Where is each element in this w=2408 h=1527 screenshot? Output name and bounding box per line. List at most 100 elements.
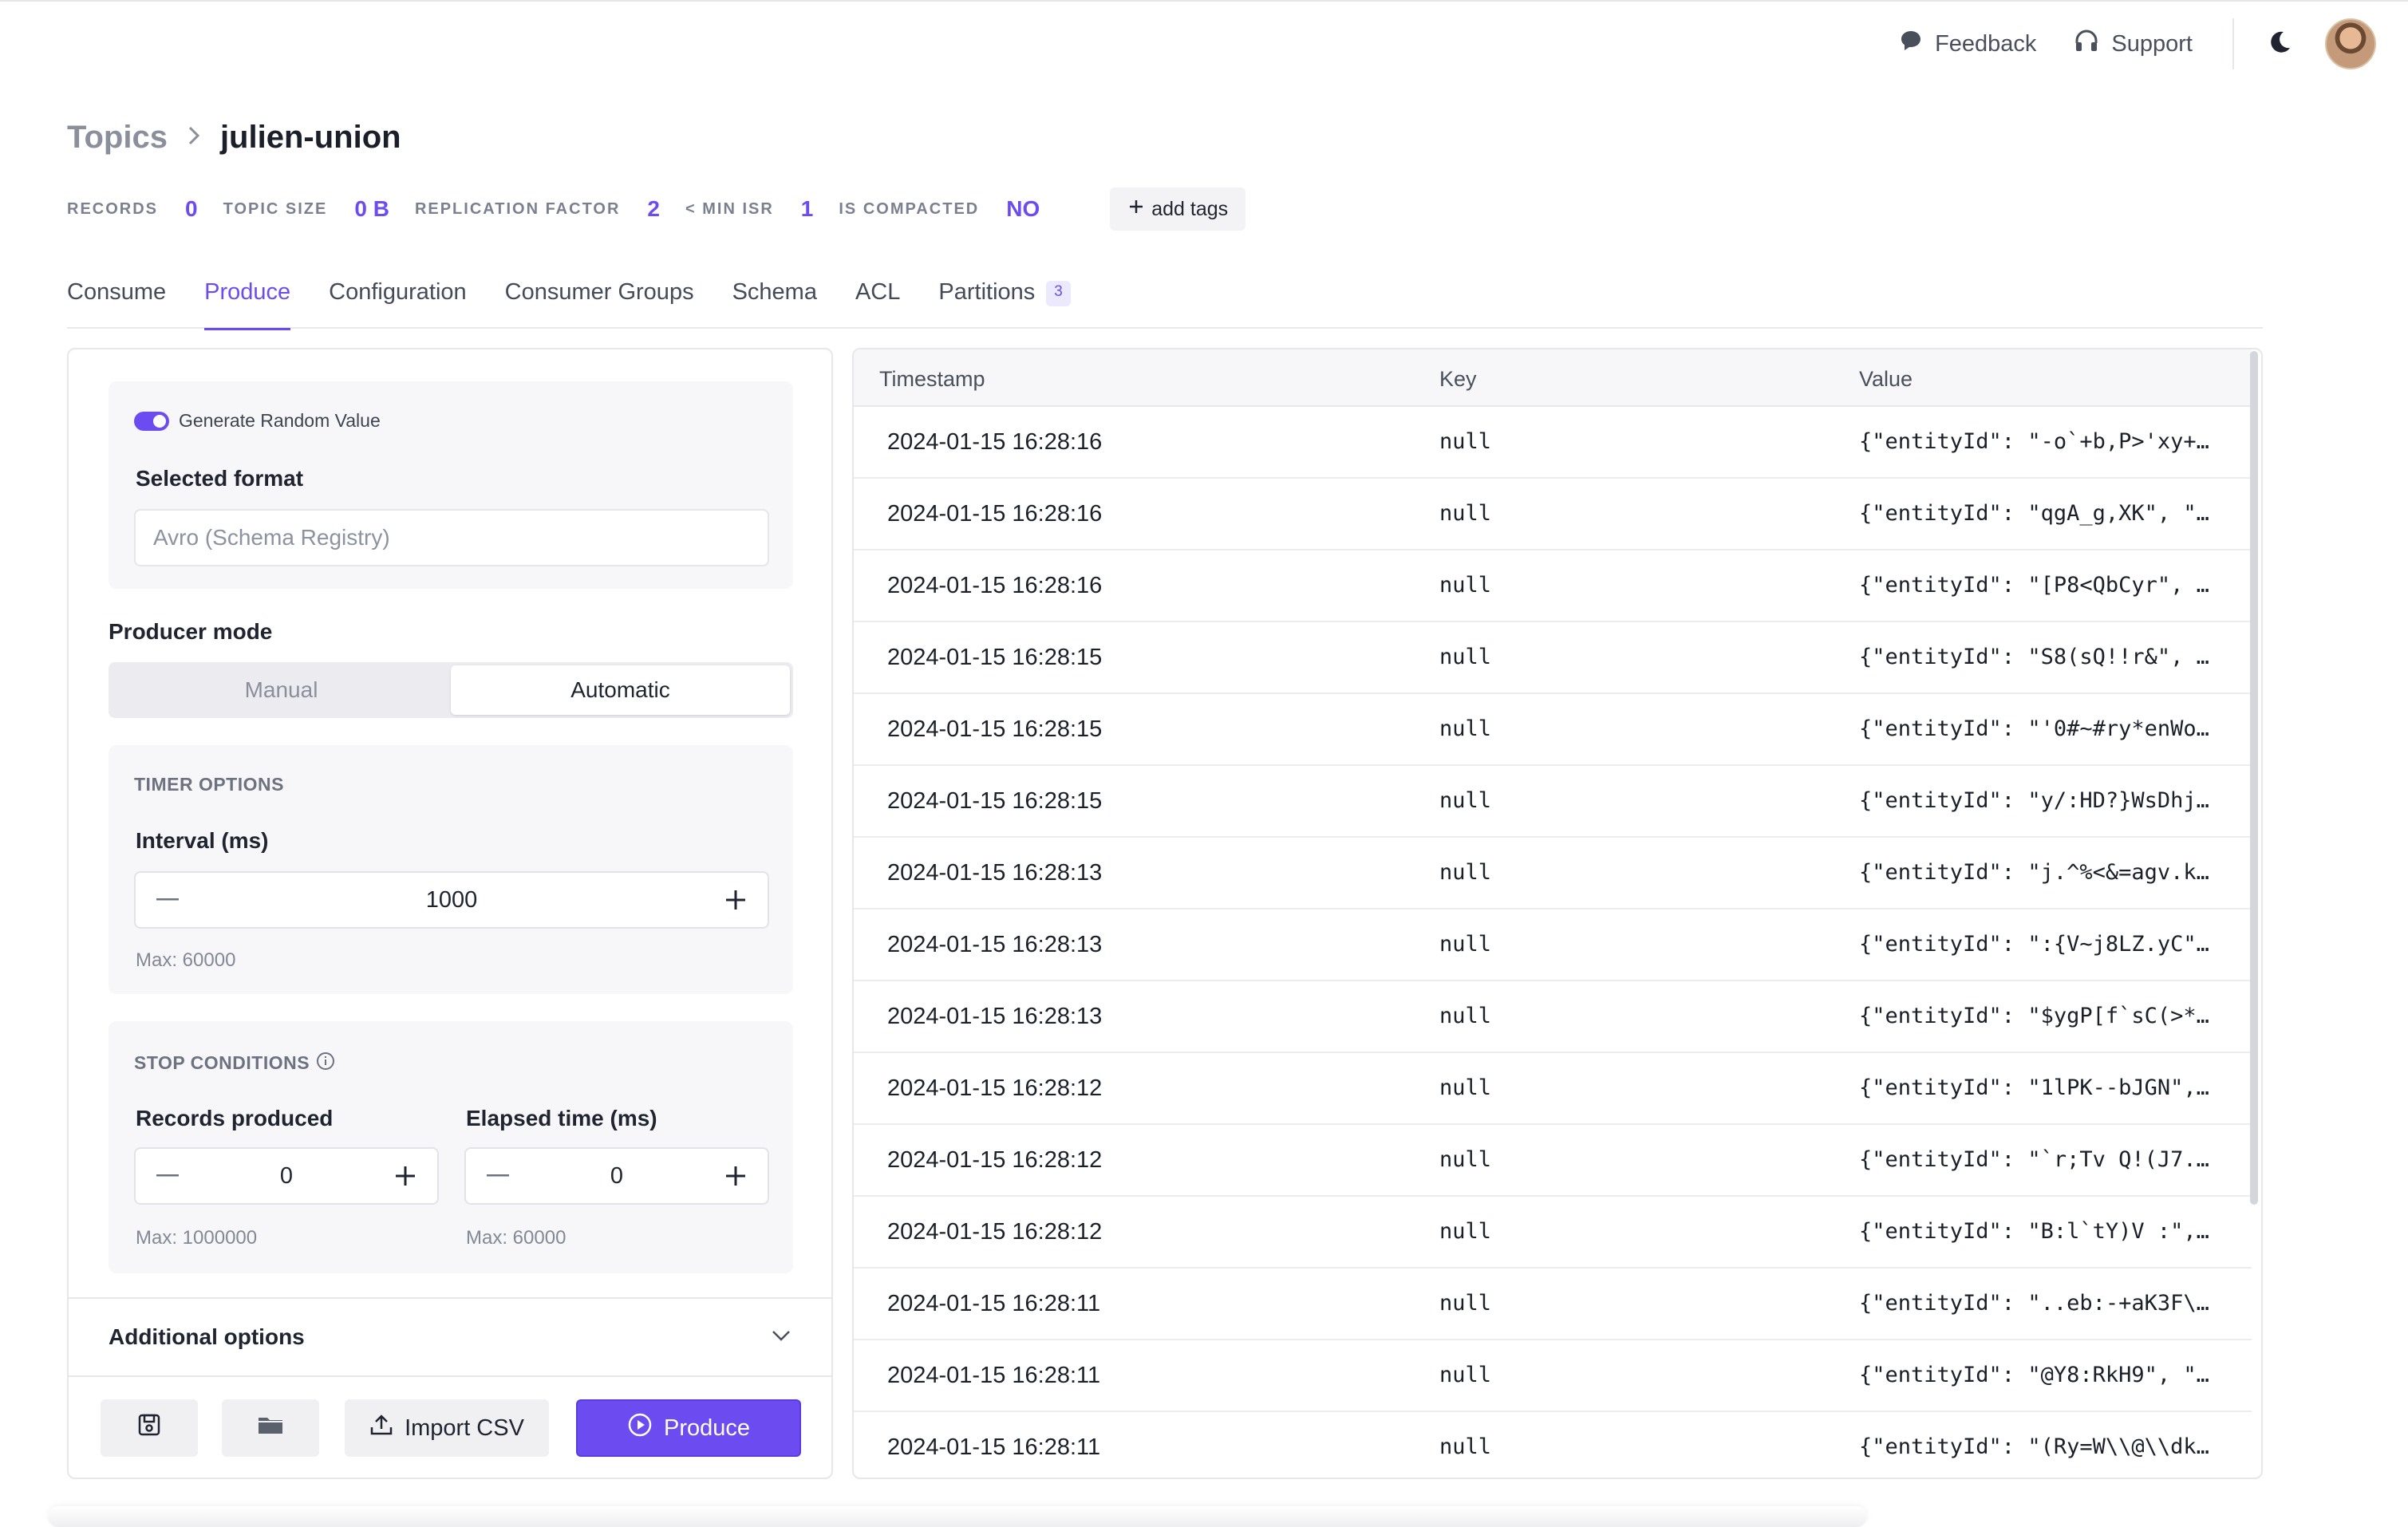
save-button[interactable]	[101, 1399, 198, 1457]
table-row[interactable]: 2024-01-15 16:28:13 null {"entityId": "j.^…	[854, 838, 2252, 909]
import-csv-button[interactable]: Import CSV	[345, 1399, 549, 1457]
tab-consume[interactable]: Consume	[67, 279, 166, 329]
plus-icon[interactable]	[720, 884, 752, 916]
timestamp-cell: 2024-01-15 16:28:16	[887, 429, 1103, 455]
upload-icon	[369, 1413, 393, 1443]
minus-icon[interactable]	[482, 1160, 514, 1192]
timestamp-cell: 2024-01-15 16:28:11	[887, 1434, 1101, 1460]
replication-factor-value: 2	[647, 196, 660, 221]
table-row[interactable]: 2024-01-15 16:28:15 null {"entityId": "y/:…	[854, 766, 2252, 838]
open-folder-button[interactable]	[222, 1399, 319, 1457]
timestamp-cell: 2024-01-15 16:28:15	[887, 645, 1103, 670]
minus-icon[interactable]	[152, 1160, 184, 1192]
top-border	[0, 0, 2408, 2]
headphones-icon	[2073, 27, 2100, 61]
table-row[interactable]: 2024-01-15 16:28:13 null {"entityId": "$yg…	[854, 981, 2252, 1053]
timestamp-cell: 2024-01-15 16:28:12	[887, 1219, 1103, 1245]
value-cell: {"entityId": "@Y8:RkH9", "…	[1859, 1363, 2209, 1387]
records-value: 0	[185, 196, 198, 221]
produce-label: Produce	[663, 1415, 750, 1441]
value-cell: {"entityId": "S8(sQ!!r&", …	[1859, 645, 2209, 669]
table-row[interactable]: 2024-01-15 16:28:11 null {"entityId": "..e…	[854, 1269, 2252, 1340]
timer-options-title: TIMER OPTIONS	[134, 774, 284, 795]
support-link[interactable]: Support	[2073, 27, 2193, 61]
tab-label: Partitions	[938, 279, 1036, 305]
selected-format-label: Selected format	[136, 466, 304, 491]
table-row[interactable]: 2024-01-15 16:28:15 null {"entityId": "S8(…	[854, 622, 2252, 694]
timestamp-cell: 2024-01-15 16:28:15	[887, 716, 1103, 742]
timestamp-cell: 2024-01-15 16:28:13	[887, 860, 1103, 886]
feedback-label: Feedback	[1935, 30, 2037, 57]
min-isr-value: 1	[800, 196, 814, 221]
value-cell: {"entityId": "B:l`tY)V :",…	[1859, 1219, 2209, 1244]
table-row[interactable]: 2024-01-15 16:28:16 null {"entityId": "-o`…	[854, 407, 2252, 479]
table-row[interactable]: 2024-01-15 16:28:12 null {"entityId": "1lP…	[854, 1053, 2252, 1125]
tab-schema[interactable]: Schema	[732, 279, 817, 329]
info-icon[interactable]	[316, 1052, 335, 1075]
interval-stepper[interactable]: 1000	[134, 871, 769, 929]
key-cell: null	[1439, 1147, 1492, 1172]
generate-random-label: Generate Random Value	[179, 410, 381, 431]
tab-partitions[interactable]: Partitions 3	[938, 279, 1071, 329]
tab-consumer-groups[interactable]: Consumer Groups	[505, 279, 694, 329]
column-header-value[interactable]: Value	[1859, 367, 1913, 392]
produce-button[interactable]: Produce	[576, 1399, 801, 1457]
tab-produce[interactable]: Produce	[204, 279, 291, 330]
mode-manual-option[interactable]: Manual	[112, 665, 451, 715]
column-header-timestamp[interactable]: Timestamp	[879, 367, 985, 392]
value-cell: {"entityId": "y/:HD?}WsDhj…	[1859, 788, 2209, 813]
value-cell: {"entityId": "j.^%<&=agv.k…	[1859, 860, 2209, 885]
topic-stats: RECORDS 0 TOPIC SIZE 0 B REPLICATION FAC…	[67, 187, 1246, 231]
table-row[interactable]: 2024-01-15 16:28:12 null {"entityId": "B:l…	[854, 1197, 2252, 1269]
is-compacted-value: NO	[1006, 196, 1040, 221]
key-cell: null	[1439, 1434, 1492, 1459]
tab-label: ACL	[855, 279, 901, 305]
table-row[interactable]: 2024-01-15 16:28:16 null {"entityId": "qgA…	[854, 479, 2252, 550]
timer-options-card: TIMER OPTIONS Interval (ms) 1000 Max: 60…	[109, 745, 793, 994]
value-cell: {"entityId": "'0#~#ry*enWo…	[1859, 716, 2209, 741]
generate-random-toggle[interactable]	[134, 412, 169, 431]
plus-icon[interactable]	[389, 1160, 421, 1192]
table-scrollbar[interactable]	[2250, 351, 2258, 1205]
add-tags-button[interactable]: add tags	[1110, 187, 1246, 231]
avatar[interactable]	[2325, 18, 2376, 69]
moon-icon[interactable]	[2266, 29, 2293, 60]
table-row[interactable]: 2024-01-15 16:28:16 null {"entityId": "[P8…	[854, 550, 2252, 622]
selected-format-field[interactable]: Avro (Schema Registry)	[134, 509, 769, 566]
breadcrumb-topics[interactable]: Topics	[67, 120, 168, 156]
support-label: Support	[2111, 30, 2193, 57]
minus-icon[interactable]	[152, 884, 184, 916]
feedback-link[interactable]: Feedback	[1898, 28, 2036, 60]
producer-panel: Generate Random Value Selected format Av…	[67, 348, 833, 1479]
column-header-key[interactable]: Key	[1439, 367, 1477, 392]
mode-automatic-option[interactable]: Automatic	[451, 665, 790, 715]
key-cell: null	[1439, 1219, 1492, 1244]
elapsed-time-stepper[interactable]: 0	[464, 1147, 769, 1205]
import-csv-label: Import CSV	[405, 1415, 524, 1441]
chevron-right-icon	[187, 124, 201, 151]
format-card: Generate Random Value Selected format Av…	[109, 381, 793, 589]
timestamp-cell: 2024-01-15 16:28:11	[887, 1363, 1101, 1388]
key-cell: null	[1439, 788, 1492, 813]
records-produced-stepper[interactable]: 0	[134, 1147, 439, 1205]
value-cell: {"entityId": "$ygP[f`sC(>*…	[1859, 1004, 2209, 1028]
table-row[interactable]: 2024-01-15 16:28:15 null {"entityId": "'0#…	[854, 694, 2252, 766]
elapsed-time-value: 0	[610, 1162, 624, 1189]
is-compacted-label: IS COMPACTED	[839, 199, 980, 218]
additional-options-toggle[interactable]: Additional options	[69, 1299, 831, 1375]
table-row[interactable]: 2024-01-15 16:28:11 null {"entityId": "@Y8…	[854, 1340, 2252, 1412]
key-cell: null	[1439, 501, 1492, 526]
timestamp-cell: 2024-01-15 16:28:15	[887, 788, 1103, 814]
records-produced-max-hint: Max: 1000000	[136, 1227, 258, 1249]
table-row[interactable]: 2024-01-15 16:28:12 null {"entityId": "`r;…	[854, 1125, 2252, 1197]
plus-icon[interactable]	[720, 1160, 752, 1192]
table-row[interactable]: 2024-01-15 16:28:13 null {"entityId": ":{V…	[854, 909, 2252, 981]
interval-label: Interval (ms)	[136, 828, 269, 853]
timestamp-cell: 2024-01-15 16:28:16	[887, 501, 1103, 527]
tab-label: Schema	[732, 279, 817, 305]
tab-configuration[interactable]: Configuration	[329, 279, 467, 329]
table-row[interactable]: 2024-01-15 16:28:11 null {"entityId": "(Ry…	[854, 1412, 2252, 1478]
key-cell: null	[1439, 932, 1492, 957]
tab-acl[interactable]: ACL	[855, 279, 900, 329]
value-cell: {"entityId": "..eb:-+aK3F\…	[1859, 1291, 2209, 1316]
